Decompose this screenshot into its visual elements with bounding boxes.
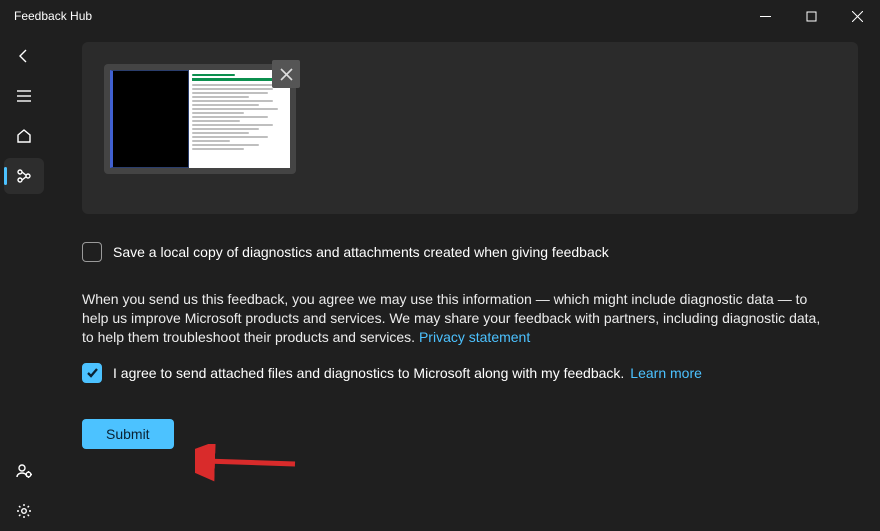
privacy-statement-link[interactable]: Privacy statement [419,329,530,345]
nav-back[interactable] [4,38,44,74]
nav-menu[interactable] [4,78,44,114]
consent-checkbox[interactable] [82,363,102,383]
submit-button[interactable]: Submit [82,419,174,449]
close-button[interactable] [834,0,880,32]
screenshot-preview [110,70,290,168]
window-controls [742,0,880,32]
disclosure-text: When you send us this feedback, you agre… [82,290,822,347]
app-title: Feedback Hub [0,9,92,23]
nav-home[interactable] [4,118,44,154]
consent-row: I agree to send attached files and diagn… [82,363,858,383]
save-local-label: Save a local copy of diagnostics and att… [113,244,609,260]
screenshot-thumbnail[interactable] [104,64,296,174]
main-content: Save a local copy of diagnostics and att… [48,32,880,531]
nav-settings[interactable] [4,493,44,529]
title-bar: Feedback Hub [0,0,880,32]
attachments-panel [82,42,858,214]
consent-label: I agree to send attached files and diagn… [113,365,624,381]
learn-more-link[interactable]: Learn more [630,365,702,381]
minimize-button[interactable] [742,0,788,32]
maximize-button[interactable] [788,0,834,32]
delete-attachment-button[interactable] [272,60,300,88]
nav-account[interactable] [4,453,44,489]
nav-feedback[interactable] [4,158,44,194]
nav-rail [0,32,48,531]
save-local-checkbox[interactable] [82,242,102,262]
save-local-row: Save a local copy of diagnostics and att… [82,242,858,262]
